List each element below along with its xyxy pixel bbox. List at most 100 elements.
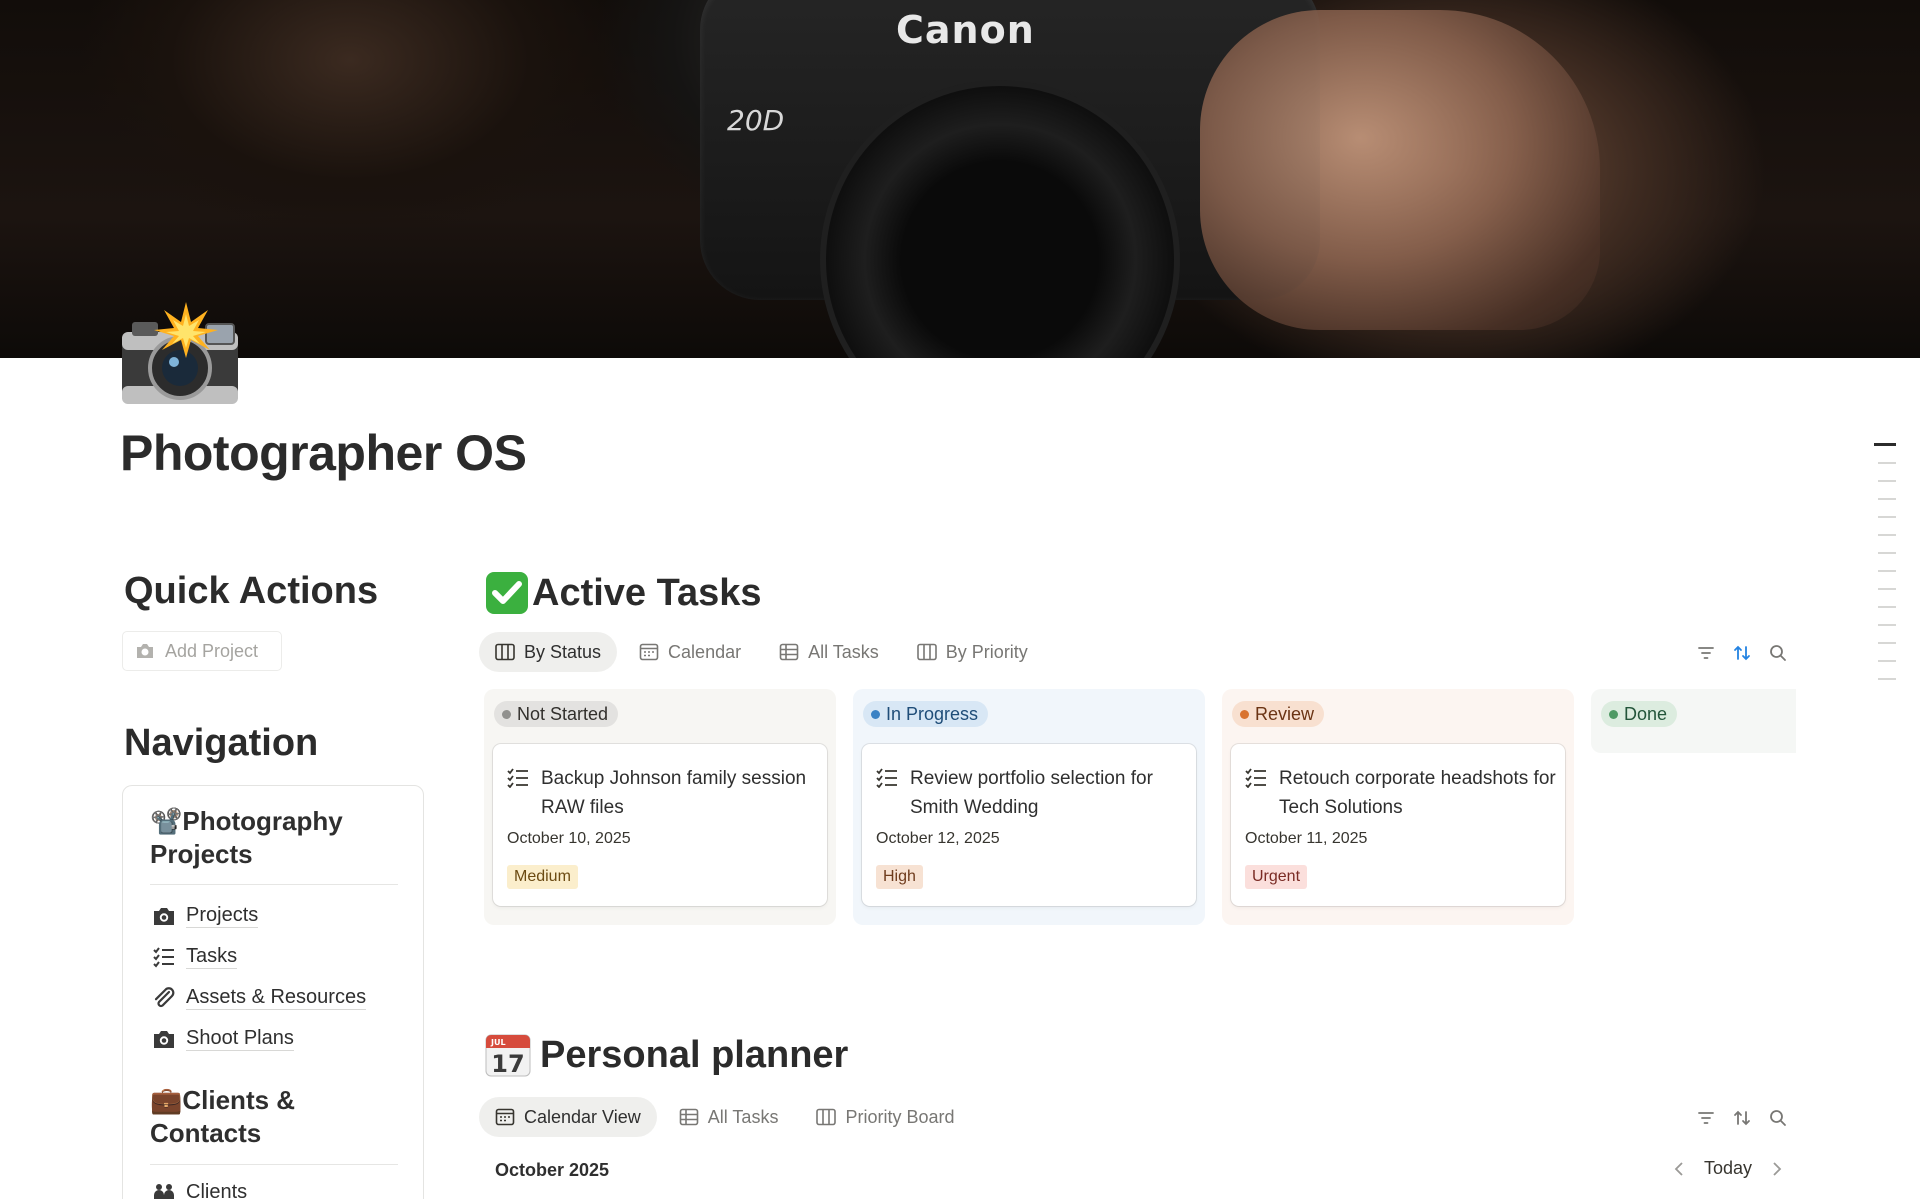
- toc-line[interactable]: [1878, 660, 1896, 662]
- table-icon: [779, 643, 799, 661]
- task-card[interactable]: Retouch corporate headshots for Tech Sol…: [1231, 744, 1565, 906]
- checklist-icon: [1245, 768, 1267, 789]
- status-badge[interactable]: Not Started: [494, 701, 619, 727]
- calendar-date-month: JUL: [490, 1038, 506, 1047]
- status-label: In Progress: [886, 703, 979, 724]
- kanban-board: Not Started Backup Johnson family session…: [484, 689, 1796, 929]
- table-of-contents[interactable]: [1874, 443, 1896, 696]
- checklist-icon: [507, 768, 529, 789]
- board-icon: [916, 643, 937, 661]
- tab-calendar[interactable]: Calendar: [623, 632, 757, 672]
- tab-label: By Priority: [945, 641, 1028, 662]
- nav-link-label: Shoot Plans: [186, 1027, 294, 1051]
- chevron-left-icon[interactable]: [1672, 1161, 1686, 1177]
- toc-line[interactable]: [1878, 642, 1896, 644]
- tab-by-status[interactable]: By Status: [479, 632, 618, 672]
- tab-all-tasks[interactable]: All Tasks: [663, 1097, 795, 1137]
- personal-planner-title: Personal planner: [540, 1033, 849, 1076]
- tab-label: Calendar View: [524, 1106, 641, 1127]
- status-dot: [1609, 709, 1618, 719]
- board-icon: [816, 1108, 837, 1126]
- toc-line[interactable]: [1878, 678, 1896, 680]
- toc-line[interactable]: [1878, 462, 1896, 464]
- toc-line[interactable]: [1878, 606, 1896, 608]
- toc-line[interactable]: [1878, 498, 1896, 500]
- status-dot: [871, 709, 880, 719]
- today-button[interactable]: Today: [1704, 1158, 1752, 1179]
- divider: [150, 884, 398, 885]
- add-project-button[interactable]: Add Project: [122, 631, 282, 671]
- nav-group-clients-contacts: 💼Clients & Contacts: [150, 1084, 410, 1150]
- active-tasks-toolbar: [1696, 643, 1788, 663]
- status-label: Done: [1624, 703, 1668, 724]
- camera-icon: [137, 644, 153, 658]
- camera-icon: [154, 1030, 174, 1048]
- checklist-icon: [153, 946, 174, 968]
- toc-line[interactable]: [1878, 624, 1896, 626]
- task-title: Backup Johnson family session RAW files: [541, 768, 807, 818]
- toc-line[interactable]: [1874, 443, 1896, 446]
- tab-label: Priority Board: [845, 1106, 955, 1127]
- priority-badge: High: [876, 865, 923, 889]
- tab-all-tasks[interactable]: All Tasks: [763, 632, 895, 672]
- status-badge[interactable]: In Progress: [863, 701, 989, 727]
- cover-model-text: 20D: [727, 104, 785, 137]
- priority-badge: Medium: [507, 865, 578, 889]
- page-title[interactable]: Photographer OS: [120, 424, 527, 482]
- priority-badge: Urgent: [1245, 865, 1308, 889]
- nav-link-label: Tasks: [186, 945, 238, 969]
- cover-brand-text: Canon: [896, 8, 1035, 52]
- task-title: Review portfolio selection for Smith Wed…: [910, 768, 1153, 818]
- board-column: Done: [1591, 689, 1796, 753]
- camera-flash-icon[interactable]: [120, 302, 242, 406]
- divider: [150, 1164, 398, 1165]
- nav-link-projects[interactable]: Projects: [152, 903, 259, 928]
- toc-line[interactable]: [1878, 588, 1896, 590]
- planner-view-tabs: Calendar View All Tasks Priority Board: [479, 1097, 971, 1137]
- sort-icon[interactable]: [1732, 1108, 1752, 1128]
- status-badge[interactable]: Review: [1232, 701, 1325, 727]
- personal-planner-heading: JUL 17 Personal planner: [484, 1032, 848, 1078]
- search-icon[interactable]: [1768, 1108, 1788, 1128]
- status-dot: [1240, 709, 1249, 719]
- calendar-navigation: Today: [1672, 1158, 1784, 1179]
- nav-group-photography-projects: 📽️Photography Projects: [150, 805, 410, 871]
- board-icon: [495, 643, 515, 661]
- task-card[interactable]: Backup Johnson family session RAW files O…: [493, 744, 827, 906]
- navigation-heading: Navigation: [124, 722, 319, 764]
- add-project-label: Add Project: [165, 640, 259, 661]
- chevron-right-icon[interactable]: [1770, 1161, 1784, 1177]
- search-icon[interactable]: [1768, 643, 1788, 663]
- nav-link-label: Clients: [186, 1180, 247, 1199]
- nav-link-shoot-plans[interactable]: Shoot Plans: [152, 1026, 294, 1051]
- briefcase-icon: 💼: [150, 1085, 183, 1115]
- nav-link-label: Projects: [186, 904, 259, 928]
- nav-link-assets-resources[interactable]: Assets & Resources: [152, 985, 367, 1010]
- cover-image: Canon 20D: [0, 0, 1920, 358]
- checkmark-icon: [486, 572, 528, 614]
- active-tasks-view-tabs: By Status Calendar All Tasks By Priority: [479, 632, 1044, 672]
- calendar-date-day: 17: [491, 1050, 524, 1078]
- status-badge[interactable]: Done: [1601, 701, 1678, 727]
- toc-line[interactable]: [1878, 552, 1896, 554]
- filter-icon[interactable]: [1696, 1108, 1716, 1128]
- filter-icon[interactable]: [1696, 643, 1716, 663]
- calendar-icon: [639, 643, 659, 661]
- toc-line[interactable]: [1878, 534, 1896, 536]
- toc-line[interactable]: [1878, 570, 1896, 572]
- planner-toolbar: [1696, 1108, 1788, 1128]
- sort-icon[interactable]: [1732, 643, 1752, 663]
- tab-by-priority[interactable]: By Priority: [901, 632, 1044, 672]
- tab-calendar-view[interactable]: Calendar View: [479, 1097, 657, 1137]
- task-date: October 12, 2025: [876, 830, 1000, 847]
- nav-link-clients[interactable]: Clients: [152, 1180, 247, 1199]
- board-column: In Progress Review portfolio selection fo…: [853, 689, 1205, 925]
- nav-link-tasks[interactable]: Tasks: [152, 944, 238, 969]
- tab-priority-board[interactable]: Priority Board: [800, 1097, 970, 1137]
- toc-line[interactable]: [1878, 516, 1896, 518]
- task-date: October 10, 2025: [507, 830, 631, 847]
- task-card[interactable]: Review portfolio selection for Smith Wed…: [862, 744, 1196, 906]
- hand-shape: [1200, 10, 1600, 330]
- status-label: Not Started: [517, 703, 609, 724]
- toc-line[interactable]: [1878, 480, 1896, 482]
